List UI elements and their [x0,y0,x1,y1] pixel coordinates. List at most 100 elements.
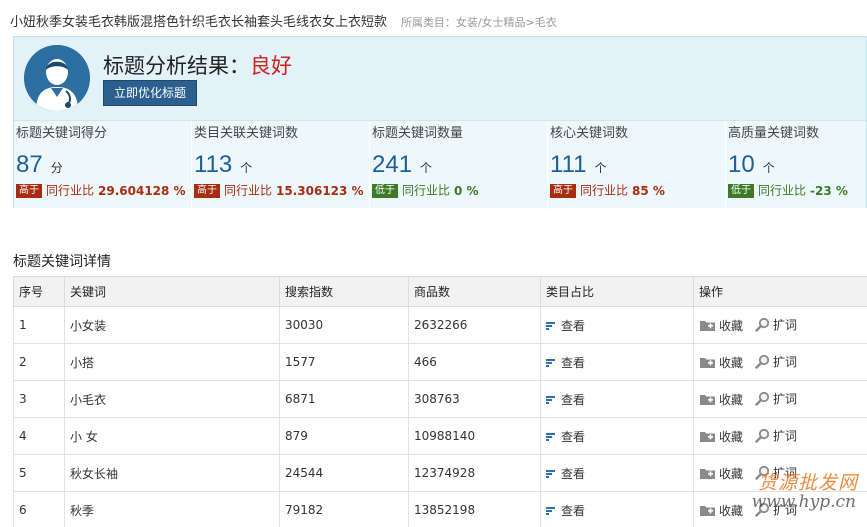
expand-label: 扩词 [773,428,798,443]
stat-value: 111 [550,151,587,178]
category-path: 所属类目：女装/女士精品>毛衣 [400,16,557,29]
row-product-count: 308763 [408,380,541,418]
favorite-button[interactable]: 收藏 [699,391,743,408]
result-title: 标题分析结果：良好 [103,50,292,80]
expand-keyword-button[interactable]: 扩词 [755,390,797,407]
view-label: 查看 [561,466,586,481]
doctor-avatar-icon [24,45,90,111]
expand-keyword-button[interactable]: 扩词 [755,353,797,370]
view-label: 查看 [561,503,586,518]
expand-keyword-button[interactable]: 扩词 [755,427,797,444]
stat-block: 高质量关键词数 10 个低于 同行业比 -23 % [726,122,866,208]
compare-badge: 高于 [550,183,576,198]
row-product-count: 12374928 [408,454,541,492]
stat-block: 核心关键词数 111 个高于 同行业比 85 % [548,122,726,208]
favorite-button[interactable]: 收藏 [699,354,743,371]
folder-plus-icon [700,505,715,516]
compare-percent: 85 % [632,183,665,198]
view-label: 查看 [561,318,586,333]
col-actions: 操作 [693,276,867,307]
top-bar: 小妞秋季女装毛衣韩版混搭色针织毛衣长袖套头毛线衣女上衣短款 所属类目：女装/女士… [10,11,860,31]
row-keyword: 小搭 [64,343,280,381]
compare-percent: 0 % [454,183,479,198]
stat-unit: 个 [594,161,607,175]
stat-unit: 个 [420,161,433,175]
view-link[interactable]: 查看 [546,356,585,370]
favorite-label: 收藏 [719,392,744,407]
row-search-index: 24544 [279,454,409,492]
favorite-button[interactable]: 收藏 [699,465,743,482]
col-category-share: 类目占比 [540,276,694,307]
row-product-count: 10988140 [408,417,541,455]
magnifier-icon [755,317,770,332]
compare-label: 同行业比 [758,183,807,198]
expand-keyword-button[interactable]: 扩词 [755,464,797,481]
favorite-label: 收藏 [719,466,744,481]
col-product-count: 商品数 [408,276,541,307]
row-category-share: 查看 [540,380,694,418]
compare-percent: 15.306123 % [276,183,364,198]
stat-value: 87 [16,151,43,178]
row-keyword: 秋女长袖 [64,454,280,492]
row-search-index: 6871 [279,380,409,418]
view-link[interactable]: 查看 [546,504,585,518]
table-row: 2 小搭 1577 466 查看 收藏 扩词 [13,343,867,381]
expand-keyword-button[interactable]: 扩词 [755,316,797,333]
row-category-share: 查看 [540,306,694,344]
row-actions: 收藏 扩词 [693,343,867,381]
table-row: 1 小女装 30030 2632266 查看 收藏 扩词 [13,306,867,344]
row-search-index: 879 [279,417,409,455]
stats-row: 标题关键词得分 87 分高于 同行业比 29.604128 % 类目关联关键词数 113 个高… [14,122,866,208]
folder-plus-icon [700,357,715,368]
stat-value: 113 [194,151,233,178]
details-title: 标题关键词详情 [13,254,111,270]
table-row: 5 秋女长袖 24544 12374928 查看 收藏 扩词 [13,454,867,492]
favorite-button[interactable]: 收藏 [699,428,743,445]
folder-plus-icon [700,320,715,331]
view-link[interactable]: 查看 [546,319,585,333]
table-row: 4小 女 879 10988140 查看 收藏 扩词 [13,417,867,455]
bar-chart-icon [546,433,555,441]
favorite-label: 收藏 [719,503,744,518]
row-index: 4 [13,417,65,455]
view-label: 查看 [561,355,586,370]
view-link[interactable]: 查看 [546,393,585,407]
stat-block: 标题关键词得分 87 分高于 同行业比 29.604128 % [14,122,192,208]
view-link[interactable]: 查看 [546,467,585,481]
favorite-button[interactable]: 收藏 [699,317,743,334]
row-product-count: 466 [408,343,541,381]
row-product-count: 2632266 [408,306,541,344]
compare-label: 同行业比 [224,183,273,198]
table-row: 3 小毛衣 6871 308763 查看 收藏 扩词 [13,380,867,418]
magnifier-icon [755,428,770,443]
col-keyword: 关键词 [64,276,280,307]
row-search-index: 30030 [279,306,409,344]
stat-block: 类目关联关键词数 113 个高于 同行业比 15.306123 % [192,122,370,208]
view-label: 查看 [561,392,586,407]
stat-label: 标题关键词得分 [16,126,108,141]
row-index: 2 [13,343,65,381]
row-index: 5 [13,454,65,492]
stat-unit: 个 [762,161,775,175]
row-keyword: 小 女 [64,417,280,455]
stat-label: 类目关联关键词数 [194,126,299,141]
row-actions: 收藏 扩词 [693,417,867,455]
optimize-title-button[interactable]: 立即优化标题 [103,80,198,106]
row-category-share: 查看 [540,454,694,492]
compare-percent: -23 % [810,183,848,198]
magnifier-icon [755,465,770,480]
row-actions: 收藏 扩词 [693,380,867,418]
stat-unit: 个 [240,161,253,175]
expand-label: 扩词 [773,354,798,369]
stat-value: 10 [728,151,755,178]
result-heading: 标题分析结果： [103,54,250,78]
view-link[interactable]: 查看 [546,430,585,444]
col-index: 序号 [13,276,65,307]
row-category-share: 查看 [540,491,694,527]
stat-label: 核心关键词数 [550,126,629,141]
stat-value: 241 [372,151,413,178]
expand-keyword-button[interactable]: 扩词 [755,501,797,518]
folder-plus-icon [700,468,715,479]
favorite-label: 收藏 [719,355,744,370]
favorite-button[interactable]: 收藏 [699,502,743,519]
